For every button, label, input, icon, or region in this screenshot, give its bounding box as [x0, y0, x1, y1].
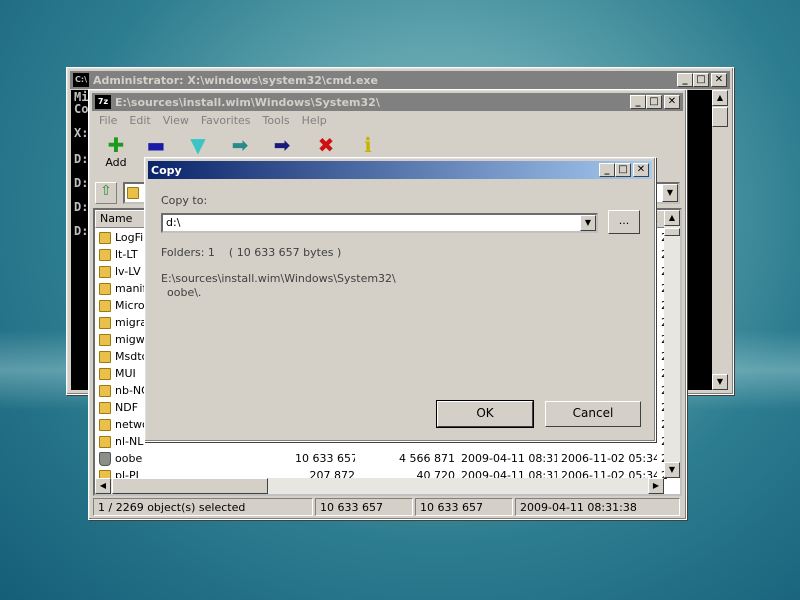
cmd-line: X: [74, 126, 89, 140]
folder-icon [99, 351, 111, 363]
cmd-maximize-button[interactable]: □ [693, 73, 709, 87]
browse-button[interactable]: ... [608, 210, 640, 234]
add-button[interactable]: ✚ Add [99, 134, 133, 169]
source-path-line: oobe\. [167, 286, 202, 299]
menu-file[interactable]: File [93, 112, 123, 130]
delete-icon: ✖ [317, 133, 335, 157]
move-button[interactable]: ➡ [265, 134, 299, 156]
destination-value: d:\ [166, 216, 181, 229]
list-horizontal-scrollbar[interactable]: ◀ ▶ [95, 478, 664, 494]
menu-view[interactable]: View [157, 112, 195, 130]
scroll-thumb[interactable] [664, 228, 680, 236]
file-icon [99, 452, 111, 466]
sevenzip-minimize-button[interactable]: _ [630, 95, 646, 109]
add-icon: ✚ [107, 133, 125, 157]
info-button[interactable]: ℹ [351, 134, 385, 156]
sevenzip-title: E:\sources\install.wim\Windows\System32\ [115, 95, 380, 109]
folder-icon [99, 232, 111, 244]
cancel-button[interactable]: Cancel [545, 401, 641, 427]
delete-button[interactable]: ✖ [309, 134, 343, 156]
scroll-right-icon[interactable]: ▶ [648, 478, 664, 494]
sevenzip-titlebar[interactable]: 7z E:\sources\install.wim\Windows\System… [92, 93, 683, 111]
item-created: 2006-11-02 05:34 [561, 452, 657, 465]
menu-edit[interactable]: Edit [123, 112, 156, 130]
scroll-thumb[interactable] [712, 107, 728, 127]
copy-minimize-button[interactable]: _ [599, 163, 615, 177]
copy-icon: ➡ [231, 133, 249, 157]
copy-close-button[interactable]: ✕ [633, 163, 649, 177]
chevron-down-icon[interactable]: ▼ [580, 215, 596, 231]
extract-icon: ▬ [146, 133, 166, 157]
status-bar: 1 / 2269 object(s) selected 10 633 657 1… [93, 498, 682, 518]
copy-dialog-titlebar[interactable]: Copy [148, 161, 652, 179]
folder-icon [99, 385, 111, 397]
list-vertical-scrollbar[interactable]: ▲ ▼ [664, 210, 680, 478]
copy-to-label: Copy to: [161, 194, 208, 207]
item-packed: 4 566 871 [399, 452, 455, 465]
add-label: Add [105, 156, 127, 169]
item-name: oobe [115, 452, 143, 465]
cmd-titlebar[interactable]: C:\ Administrator: X:\windows\system32\c… [70, 71, 730, 89]
scroll-thumb[interactable] [112, 478, 268, 494]
folder-icon [99, 419, 111, 431]
cmd-line: D: [74, 176, 89, 190]
status-modified: 2009-04-11 08:31:38 [515, 498, 680, 516]
test-button[interactable]: ▼ [181, 134, 215, 156]
menu-tools[interactable]: Tools [257, 112, 296, 130]
status-size: 10 633 657 [315, 498, 413, 516]
up-arrow-icon: ⇧ [100, 183, 112, 199]
menu-help[interactable]: Help [296, 112, 333, 130]
folder-icon [99, 283, 111, 295]
copy-dialog[interactable]: Copy _ □ ✕ Copy to: d:\ ▼ ... Folders: 1… [144, 157, 656, 442]
folder-icon [99, 317, 111, 329]
menu-bar: File Edit View Favorites Tools Help [93, 112, 682, 130]
sevenzip-maximize-button[interactable]: □ [646, 95, 662, 109]
destination-combo[interactable]: d:\ ▼ [161, 213, 598, 233]
folder-icon [127, 187, 139, 199]
cmd-minimize-button[interactable]: _ [677, 73, 693, 87]
folder-icon [99, 334, 111, 346]
test-icon: ▼ [190, 133, 206, 157]
folder-icon [99, 436, 111, 448]
cmd-title: Administrator: X:\windows\system32\cmd.e… [93, 73, 378, 87]
folder-icon [99, 266, 111, 278]
scroll-down-icon[interactable]: ▼ [712, 374, 728, 390]
cmd-line: D: [74, 224, 89, 238]
cmd-line: Co [74, 102, 89, 116]
item-modified: 2009-04-11 08:31 [461, 452, 557, 465]
status-selection: 1 / 2269 object(s) selected [93, 498, 313, 516]
copy-maximize-button[interactable]: □ [615, 163, 631, 177]
list-item[interactable]: oobe 10 633 657 4 566 871 2009-04-11 08:31 2… [95, 451, 668, 468]
cmd-line: D: [74, 152, 89, 166]
scroll-up-icon[interactable]: ▲ [712, 90, 728, 106]
chevron-down-icon[interactable]: ▼ [662, 184, 678, 202]
item-size: 10 633 657 [295, 452, 355, 465]
scroll-down-icon[interactable]: ▼ [664, 462, 680, 478]
folder-icon [99, 402, 111, 414]
source-path-line: E:\sources\install.wim\Windows\System32\ [161, 272, 396, 285]
cmd-close-button[interactable]: ✕ [711, 73, 727, 87]
menu-favorites[interactable]: Favorites [195, 112, 257, 130]
info-icon: ℹ [364, 133, 372, 157]
move-icon: ➡ [273, 133, 291, 157]
scroll-up-icon[interactable]: ▲ [664, 210, 680, 226]
cmd-scrollbar[interactable]: ▲ ▼ [712, 90, 729, 390]
folder-icon [99, 368, 111, 380]
cmd-icon: C:\ [73, 73, 89, 87]
folders-info: Folders: 1 ( 10 633 657 bytes ) [161, 246, 342, 259]
sevenzip-app-icon: 7z [95, 95, 111, 109]
copy-button[interactable]: ➡ [223, 134, 257, 156]
folder-icon [99, 300, 111, 312]
sevenzip-close-button[interactable]: ✕ [664, 95, 680, 109]
status-packed-size: 10 633 657 [415, 498, 513, 516]
ok-button[interactable]: OK [436, 400, 534, 428]
up-folder-button[interactable]: ⇧ [95, 182, 117, 204]
scroll-left-icon[interactable]: ◀ [95, 478, 111, 494]
folder-icon [99, 249, 111, 261]
copy-dialog-title: Copy [151, 163, 182, 177]
cmd-line: D: [74, 200, 89, 214]
